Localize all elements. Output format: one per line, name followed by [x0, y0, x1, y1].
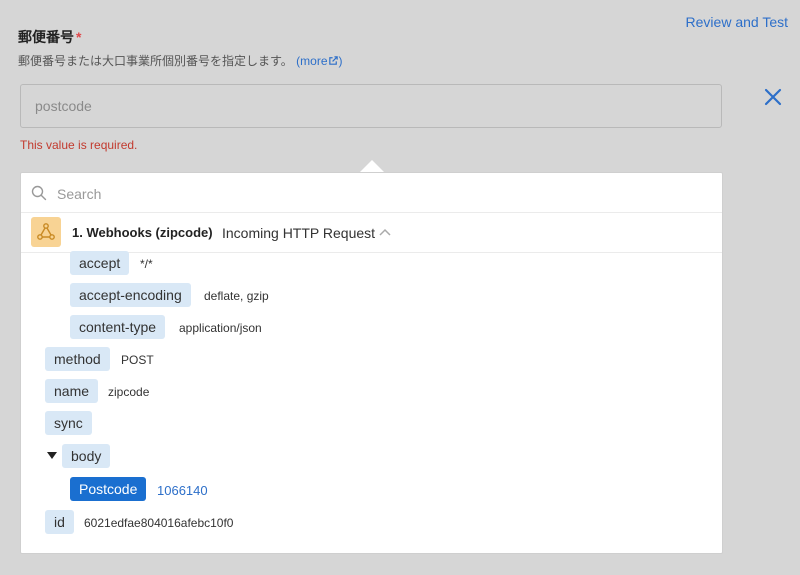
review-and-test-link[interactable]: Review and Test [686, 14, 788, 30]
value-postcode[interactable]: 1066140 [157, 483, 208, 498]
field-label-text: 郵便番号 [18, 29, 74, 45]
value-content-type: application/json [179, 321, 262, 335]
value-name: zipcode [108, 385, 150, 399]
caret-down-icon[interactable] [47, 452, 57, 460]
webhook-badge [31, 217, 61, 247]
more-link-text: (more [296, 54, 328, 68]
external-link-icon [328, 56, 338, 65]
picker-caret [360, 160, 384, 172]
field-description: 郵便番号または大口事業所個別番号を指定します。 (more) [18, 52, 343, 69]
picker-search-input[interactable] [55, 181, 659, 207]
key-content-type[interactable]: content-type [70, 315, 166, 339]
trigger-name: 1. Webhooks (zipcode) [72, 225, 213, 240]
required-mark: * [76, 29, 82, 45]
key-accept-encoding[interactable]: accept-encoding [70, 283, 191, 307]
trigger-header[interactable]: 1. Webhooks (zipcode) Incoming HTTP Requ… [21, 213, 722, 253]
more-link-suffix: ) [338, 54, 343, 68]
more-link[interactable]: (more) [296, 54, 342, 68]
key-method[interactable]: method [45, 347, 110, 371]
data-picker-panel: 1. Webhooks (zipcode) Incoming HTTP Requ… [20, 172, 723, 554]
close-icon[interactable] [762, 86, 784, 108]
value-accept: */* [140, 257, 153, 271]
value-method: POST [121, 353, 154, 367]
value-accept-encoding: deflate, gzip [204, 289, 269, 303]
key-accept[interactable]: accept [70, 251, 130, 275]
key-name[interactable]: name [45, 379, 99, 403]
chevron-up-icon[interactable] [378, 227, 392, 237]
key-body[interactable]: body [62, 444, 111, 468]
key-sync[interactable]: sync [45, 411, 92, 435]
postcode-input[interactable] [20, 84, 722, 128]
field-label: 郵便番号 * [18, 27, 81, 47]
key-id[interactable]: id [45, 510, 74, 534]
description-text: 郵便番号または大口事業所個別番号を指定します。 [18, 54, 293, 68]
value-id: 6021edfae804016afebc10f0 [84, 516, 234, 530]
webhook-icon [37, 223, 55, 240]
search-icon [31, 185, 47, 201]
picker-search-row [21, 173, 722, 213]
trigger-type: Incoming HTTP Request [222, 225, 376, 241]
error-message: This value is required. [20, 138, 138, 152]
key-postcode[interactable]: Postcode [70, 477, 147, 501]
